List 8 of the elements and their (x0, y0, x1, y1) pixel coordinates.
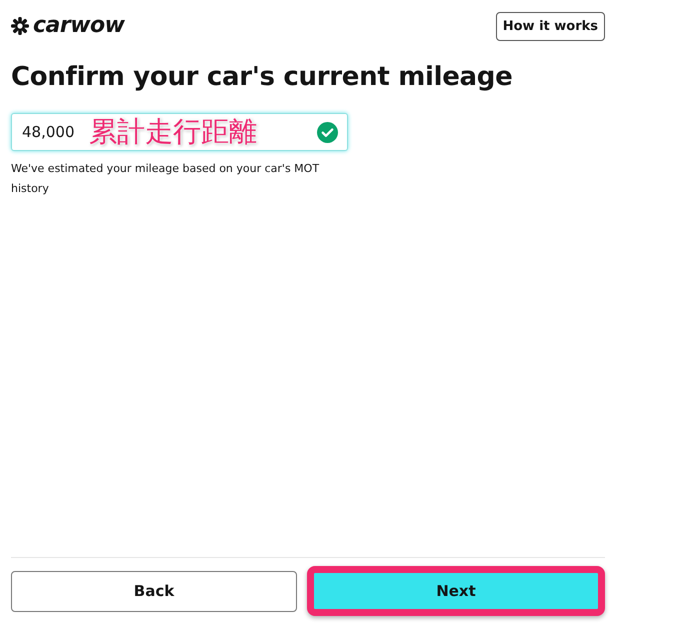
logo-icon (11, 17, 29, 35)
how-it-works-button[interactable]: How it works (496, 12, 605, 40)
helper-text: We've estimated your mileage based on your car's MOT history (11, 161, 320, 197)
logo-wordmark[interactable]: carwow (33, 15, 124, 37)
back-button[interactable]: Back (11, 570, 297, 612)
page-title: Confirm your car's current mileage (11, 62, 514, 92)
next-button[interactable]: Next (307, 566, 605, 616)
annotation-label: 累計走行距離 (89, 115, 257, 149)
